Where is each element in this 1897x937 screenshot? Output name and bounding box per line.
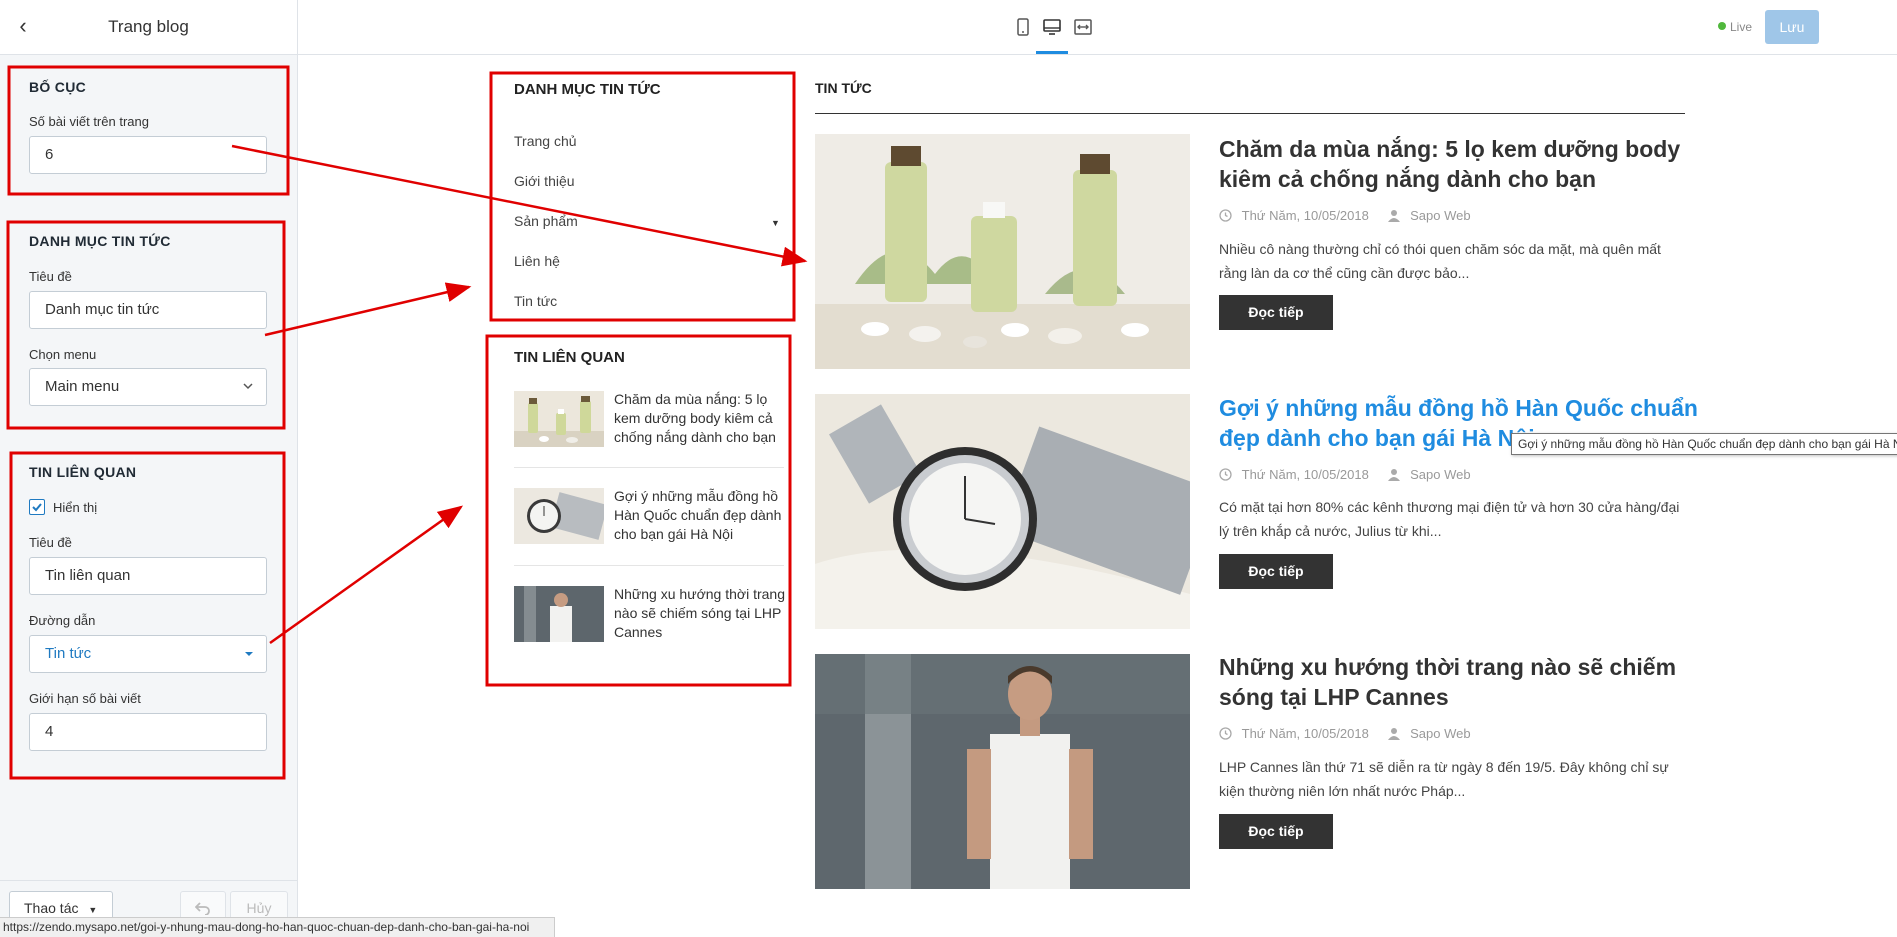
related-link-label: Đường dẫn xyxy=(29,613,96,628)
posts-per-page-label: Số bài viết trên trang xyxy=(29,114,149,129)
sidebar-title: Trang blog xyxy=(108,17,189,36)
post-excerpt: LHP Cannes lần thứ 71 sẽ diễn ra từ ngày… xyxy=(1219,759,1669,799)
mobile-icon[interactable] xyxy=(1013,17,1033,37)
news-heading: TIN TỨC xyxy=(815,80,872,96)
post-image-skincare[interactable] xyxy=(815,134,1190,369)
layout-section-title: BỐ CỤC xyxy=(29,79,87,95)
live-status-label: Live xyxy=(1730,20,1753,34)
save-button[interactable]: Lưu xyxy=(1765,10,1819,44)
menu-link-home[interactable]: Trang chủ xyxy=(514,133,577,149)
read-more-button[interactable]: Đọc tiếp xyxy=(1219,295,1333,330)
related-link-select[interactable]: Tin tức xyxy=(29,635,267,673)
post-author: Sapo Web xyxy=(1410,208,1471,223)
settings-sidebar: ‹ Trang blog BỐ CỤC Số bài viết trên tra… xyxy=(0,0,298,937)
live-status-dot xyxy=(1718,22,1726,30)
post-excerpt: Nhiều cô nàng thường chỉ có thói quen ch… xyxy=(1219,241,1661,281)
post-meta: Thứ Năm, 10/05/2018 Sapo Web xyxy=(1219,208,1471,225)
related-link-value: Tin tức xyxy=(45,645,92,662)
related-divider xyxy=(514,467,784,468)
preview-categories-heading: DANH MỤC TIN TỨC xyxy=(514,81,661,98)
desktop-icon[interactable] xyxy=(1042,17,1062,37)
categories-title-label: Tiêu đề xyxy=(29,269,72,284)
post-date: Thứ Năm, 10/05/2018 xyxy=(1241,208,1369,223)
clock-icon xyxy=(1219,726,1232,743)
related-divider xyxy=(514,565,784,566)
user-icon xyxy=(1388,209,1401,225)
clock-icon xyxy=(1219,208,1232,225)
post-date: Thứ Năm, 10/05/2018 xyxy=(1241,467,1369,482)
menu-select[interactable]: Main menu xyxy=(29,368,267,406)
post-image-fashion[interactable] xyxy=(815,654,1190,889)
post-image-watch[interactable] xyxy=(815,394,1190,629)
related-thumb-fashion[interactable] xyxy=(514,586,604,642)
related-title-label: Tiêu đề xyxy=(29,535,72,550)
show-related-checkbox[interactable] xyxy=(29,499,45,515)
menu-link-contact[interactable]: Liên hệ xyxy=(514,253,560,269)
related-item-title[interactable]: Chăm da mùa nắng: 5 lọ kem dưỡng body ki… xyxy=(614,390,786,447)
post-date: Thứ Năm, 10/05/2018 xyxy=(1241,726,1369,741)
menu-link-about[interactable]: Giới thiệu xyxy=(514,173,575,189)
post-excerpt: Có mặt tại hơn 80% các kênh thương mại đ… xyxy=(1219,499,1680,539)
undo-icon xyxy=(194,902,210,916)
menu-link-products[interactable]: Sản phẩm xyxy=(514,213,578,229)
read-more-button[interactable]: Đọc tiếp xyxy=(1219,814,1333,849)
posts-per-page-input[interactable]: 6 xyxy=(29,136,267,174)
related-limit-label: Giới hạn số bài viết xyxy=(29,691,141,706)
post-title[interactable]: Những xu hướng thời trang nào sẽ chiếm s… xyxy=(1219,652,1699,712)
read-more-button[interactable]: Đọc tiếp xyxy=(1219,554,1333,589)
fullwidth-icon[interactable] xyxy=(1073,17,1093,37)
annotation-arrow xyxy=(269,505,464,645)
user-icon xyxy=(1388,468,1401,484)
chevron-down-icon xyxy=(242,369,254,419)
post-title[interactable]: Chăm da mùa nắng: 5 lọ kem dưỡng body ki… xyxy=(1219,134,1699,194)
news-heading-divider xyxy=(815,113,1685,114)
preview-topbar: Live Lưu xyxy=(298,0,1897,55)
related-limit-input[interactable]: 4 xyxy=(29,713,267,751)
show-related-label: Hiển thị xyxy=(53,500,98,515)
annotation-box-preview-categories xyxy=(489,71,796,322)
categories-title-input[interactable]: Danh mục tin tức xyxy=(29,291,267,329)
status-bar-url: https://zendo.mysapo.net/goi-y-nhung-mau… xyxy=(0,917,555,937)
clock-icon xyxy=(1219,467,1232,484)
related-title-input[interactable]: Tin liên quan xyxy=(29,557,267,595)
related-item-title[interactable]: Gợi ý những mẫu đồng hồ Hàn Quốc chuẩn đ… xyxy=(614,487,786,544)
related-item-title[interactable]: Những xu hướng thời trang nào sẽ chiếm s… xyxy=(614,585,786,642)
annotation-arrow xyxy=(231,144,808,267)
caret-down-icon xyxy=(244,636,254,688)
post-author: Sapo Web xyxy=(1410,726,1471,741)
sidebar-header: ‹ Trang blog xyxy=(0,0,297,55)
active-device-indicator xyxy=(1036,51,1068,54)
related-section-title: TIN LIÊN QUAN xyxy=(29,464,137,480)
menu-link-news[interactable]: Tin tức xyxy=(514,293,557,309)
link-tooltip: Gợi ý những mẫu đồng hồ Hàn Quốc chuẩn đ… xyxy=(1511,433,1897,455)
caret-down-icon[interactable]: ▼ xyxy=(771,218,780,228)
post-author: Sapo Web xyxy=(1410,467,1471,482)
related-thumb-watch[interactable] xyxy=(514,488,604,544)
post-meta: Thứ Năm, 10/05/2018 Sapo Web xyxy=(1219,467,1471,484)
user-icon xyxy=(1388,727,1401,743)
actions-label: Thao tác xyxy=(24,900,79,916)
menu-select-label: Chọn menu xyxy=(29,347,97,362)
categories-section-title: DANH MỤC TIN TỨC xyxy=(29,233,171,249)
related-thumb-skincare[interactable] xyxy=(514,391,604,447)
caret-down-icon: ▼ xyxy=(88,905,98,915)
post-meta: Thứ Năm, 10/05/2018 Sapo Web xyxy=(1219,726,1471,743)
preview-related-heading: TIN LIÊN QUAN xyxy=(514,349,625,366)
menu-select-value: Main menu xyxy=(45,378,120,395)
